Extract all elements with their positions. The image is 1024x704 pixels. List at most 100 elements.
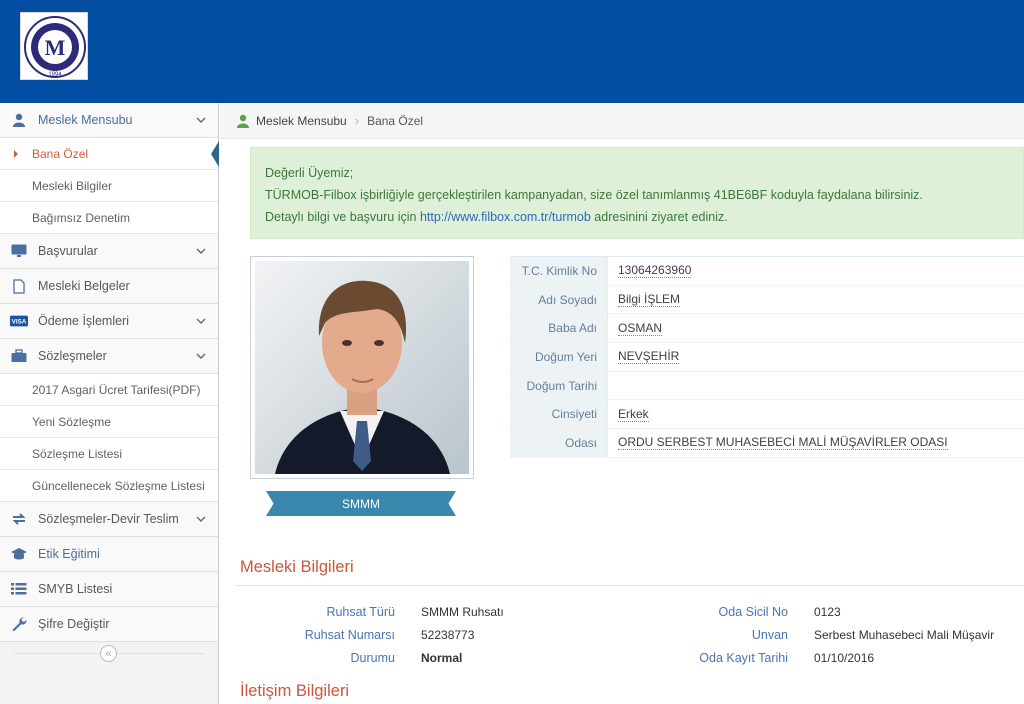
profile-value-text: Erkek [618, 406, 649, 422]
profile-label: Adı Soyadı [510, 285, 608, 314]
sidebar-subitem-guncellenecek[interactable]: Güncellenecek Sözleşme Listesi [0, 470, 218, 502]
sidebar-subitem-mesleki-bilgiler[interactable]: Mesleki Bilgiler [0, 170, 218, 202]
sidebar-item-label: Şifre Değiştir [38, 617, 110, 631]
sidebar-subitem-label: 2017 Asgari Ücret Tarifesi(PDF) [32, 382, 201, 397]
sidebar-subitem-label: Güncellenecek Sözleşme Listesi [32, 478, 205, 493]
breadcrumb-current: Bana Özel [367, 113, 424, 128]
sidebar-subitem-label: Mesleki Bilgiler [32, 178, 113, 193]
sidebar-item-label: Sözleşmeler-Devir Teslim [38, 512, 179, 526]
profile-row: T.C. Kimlik No 13064263960 [510, 257, 1024, 286]
list-icon [10, 581, 28, 597]
exchange-icon [10, 511, 28, 527]
sidebar-item-label: Sözleşmeler [38, 349, 107, 363]
profile-value-text: Bilgi İŞLEM [618, 292, 681, 308]
profile-value-text: OSMAN [618, 320, 663, 336]
caret-right-icon [14, 150, 18, 158]
title-badge: SMMM [266, 491, 456, 516]
profile-value [608, 372, 1024, 400]
profile-label: T.C. Kimlik No [510, 257, 608, 285]
profile-value: OSMAN [608, 314, 1024, 342]
profile-label: Doğum Tarihi [510, 371, 608, 400]
home-user-icon [236, 114, 250, 128]
profile-row: Odası ORDU SERBEST MUHASEBECİ MALİ MÜŞAV… [510, 429, 1024, 458]
alert-greeting: Değerli Üyemiz; [265, 166, 354, 180]
desktop-icon [10, 243, 28, 259]
logo-letter: M [45, 35, 66, 60]
sidebar-subitem-sozlesme-listesi[interactable]: Sözleşme Listesi [0, 438, 218, 470]
profile-row: Doğum Tarihi [510, 371, 1024, 401]
profile-value: ORDU SERBEST MUHASEBECİ MALİ MÜŞAVİRLER … [608, 429, 1024, 457]
collapse-sidebar-button[interactable]: « [100, 645, 117, 662]
breadcrumb-home-link[interactable]: Meslek Mensubu [256, 114, 347, 128]
alert-link-line: Detaylı bilgi ve başvuru için http://www… [265, 206, 1009, 228]
sidebar-subitem-bagimsiz-denetim[interactable]: Bağımsız Denetim [0, 202, 218, 234]
alert-link-prefix: Detaylı bilgi ve başvuru için [265, 210, 420, 224]
chevron-down-icon [194, 512, 208, 526]
unvan-label: Unvan [751, 628, 788, 642]
sidebar-subitem-bana-ozel[interactable]: Bana Özel [0, 138, 219, 170]
oda-kayit-tarihi-label: Oda Kayıt Tarihi [699, 651, 788, 665]
profile-value: 13064263960 [608, 257, 1024, 285]
oda-sicil-no-label: Oda Sicil No [718, 605, 788, 619]
filbox-link[interactable]: http://www.filbox.com.tr/turmob [420, 210, 591, 224]
logo-caption: 1994 [48, 72, 62, 78]
profile-value-text: ORDU SERBEST MUHASEBECİ MALİ MÜŞAVİRLER … [618, 435, 948, 451]
campaign-alert: Değerli Üyemiz; TÜRMOB-Filbox işbirliğiy… [250, 147, 1024, 239]
profile-label: Cinsiyeti [510, 400, 608, 429]
profile-row: Cinsiyeti Erkek [510, 400, 1024, 430]
ruhsat-turu-value: SMMM Ruhsatı [421, 605, 504, 619]
chevron-down-icon [194, 314, 208, 328]
sozlesmeler-submenu: 2017 Asgari Ücret Tarifesi(PDF) Yeni Söz… [0, 374, 218, 502]
sidebar-item-basvurular[interactable]: Başvurular [0, 234, 218, 269]
section-divider [236, 585, 1024, 586]
top-navbar: M 1994 [0, 0, 1024, 103]
sidebar-subitem-yeni-sozlesme[interactable]: Yeni Sözleşme [0, 406, 218, 438]
breadcrumb: Meslek Mensubu › Bana Özel [220, 103, 1024, 139]
sidebar-item-mesleki-belgeler[interactable]: Mesleki Belgeler [0, 269, 218, 304]
user-icon [10, 112, 28, 128]
profile-row: Adı Soyadı Bilgi İŞLEM [510, 285, 1024, 315]
sidebar-item-sifre-degistir[interactable]: Şifre Değiştir [0, 607, 218, 642]
chevron-down-icon [194, 349, 208, 363]
sidebar-item-label: Etik Eğitimi [38, 547, 100, 561]
active-marker [211, 141, 219, 167]
ruhsat-numarasi-label: Ruhsat Numarsı [304, 628, 395, 642]
chevron-down-icon [194, 244, 208, 258]
sidebar-collapse-row: « [0, 642, 218, 664]
sidebar-subitem-label: Bağımsız Denetim [32, 210, 131, 225]
profile-row: Doğum Yeri NEVŞEHİR [510, 343, 1024, 372]
visa-icon: VISA [10, 313, 28, 329]
sidebar-item-meslek-mensubu[interactable]: Meslek Mensubu [0, 103, 218, 138]
sidebar-item-sozlesmeler[interactable]: Sözleşmeler [0, 339, 218, 374]
sidebar-subitem-asgari-ucret[interactable]: 2017 Asgari Ücret Tarifesi(PDF) [0, 374, 218, 406]
profile-value-text: 13064263960 [618, 263, 692, 279]
briefcase-icon [10, 348, 28, 364]
sidebar: Meslek Mensubu Bana Özel Mesleki Bilgile… [0, 103, 219, 704]
wrench-icon [10, 616, 28, 632]
profile-value: Bilgi İŞLEM [608, 286, 1024, 314]
profile-label: Odası [510, 429, 608, 457]
sidebar-item-label: SMYB Listesi [38, 582, 113, 596]
alert-link-suffix: adresinini ziyaret ediniz. [590, 210, 728, 224]
meslek-submenu: Bana Özel Mesleki Bilgiler Bağımsız Dene… [0, 138, 219, 234]
sidebar-item-label: Başvurular [38, 244, 98, 258]
sidebar-item-smyb-listesi[interactable]: SMYB Listesi [0, 572, 218, 607]
oda-logo[interactable]: M 1994 [20, 12, 88, 80]
oda-kayit-tarihi-value: 01/10/2016 [814, 651, 875, 665]
sidebar-subitem-label: Yeni Sözleşme [32, 414, 111, 429]
profile-photo[interactable] [255, 261, 469, 474]
durumu-value: Normal [421, 651, 463, 665]
mesleki-section-title: Mesleki Bilgileri [240, 558, 354, 576]
profile-photo-frame [250, 256, 474, 479]
profile-info-table: T.C. Kimlik No 13064263960 Adı Soyadı Bi… [510, 256, 1024, 458]
profile-row: Baba Adı OSMAN [510, 314, 1024, 344]
profile-value: NEVŞEHİR [608, 343, 1024, 371]
unvan-value: Serbest Muhasebeci Mali Müşavir [814, 628, 995, 642]
profile-value-text: NEVŞEHİR [618, 349, 680, 365]
sidebar-item-label: Mesleki Belgeler [38, 279, 130, 293]
sidebar-subitem-label: Bana Özel [32, 146, 89, 161]
sidebar-item-etik-egitimi[interactable]: Etik Eğitimi [0, 537, 218, 572]
sidebar-item-odeme-islemleri[interactable]: VISA Ödeme İşlemleri [0, 304, 218, 339]
ruhsat-numarasi-value: 52238773 [421, 628, 475, 642]
sidebar-item-devir-teslim[interactable]: Sözleşmeler-Devir Teslim [0, 502, 218, 537]
